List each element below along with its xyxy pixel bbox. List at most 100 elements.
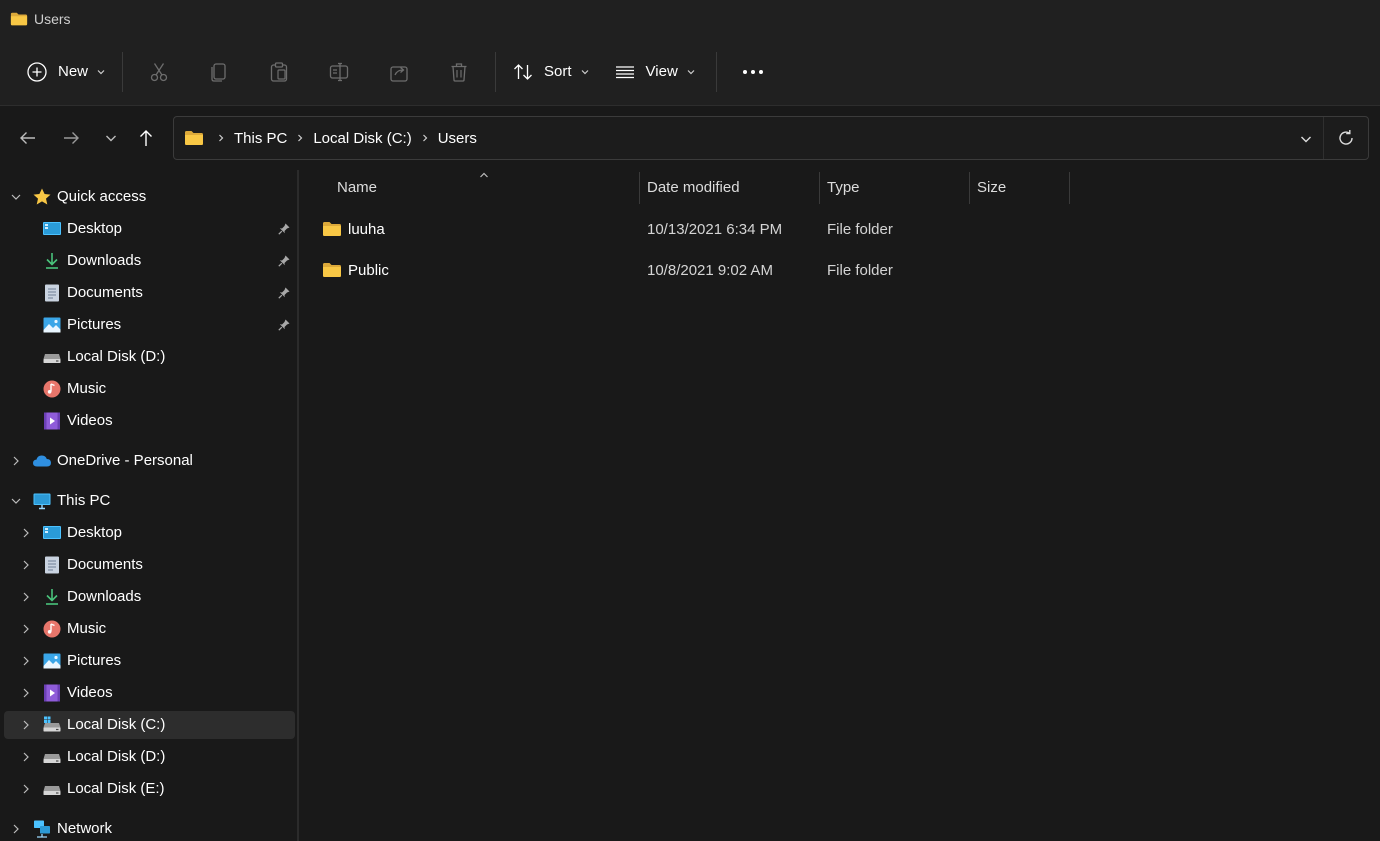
sidebar-item-this-pc[interactable]: This PC (4, 487, 295, 515)
sidebar-item-label: OneDrive - Personal (57, 452, 193, 469)
drive-icon (42, 747, 62, 767)
sidebar-item-label: Local Disk (E:) (67, 780, 165, 797)
sidebar-item-onedrive[interactable]: OneDrive - Personal (4, 447, 295, 475)
file-type: File folder (827, 221, 893, 238)
breadcrumb-users[interactable]: Users (438, 130, 477, 147)
rename-button[interactable] (309, 52, 369, 92)
sidebar-item-videos[interactable]: Videos (4, 679, 295, 707)
more-options-button[interactable] (723, 52, 783, 92)
forward-button[interactable] (57, 124, 85, 152)
sidebar-item-label: This PC (57, 492, 111, 509)
paste-button[interactable] (249, 52, 309, 92)
chevron-right-icon (19, 782, 33, 796)
chevron-right-icon (19, 686, 33, 700)
drive-icon (42, 347, 62, 367)
sidebar-item-downloads[interactable]: Downloads (4, 583, 295, 611)
file-row-luuha[interactable]: luuha 10/13/2021 6:34 PM File folder (316, 210, 1076, 248)
chevron-right-icon (216, 133, 226, 143)
column-divider[interactable] (969, 172, 970, 204)
sidebar-item-label: Local Disk (D:) (67, 748, 166, 765)
column-header-type[interactable]: Type (827, 170, 860, 204)
computer-icon (33, 493, 51, 510)
file-row-public[interactable]: Public 10/8/2021 9:02 AM File folder (316, 251, 1076, 289)
sidebar-item-local-disk-d[interactable]: Local Disk (D:) (4, 343, 295, 371)
sidebar-item-label: Pictures (67, 652, 122, 669)
sidebar-item-label: Local Disk (C:) (67, 716, 166, 733)
sidebar-item-documents[interactable]: Documents (4, 279, 295, 307)
sort-ascending-icon (480, 172, 488, 178)
pictures-icon (42, 315, 62, 335)
column-divider[interactable] (1069, 172, 1070, 204)
refresh-button[interactable] (1336, 128, 1356, 148)
sidebar-item-documents[interactable]: Documents (4, 551, 295, 579)
folder-icon (10, 11, 28, 27)
new-button[interactable]: New (16, 52, 116, 92)
sidebar-item-label: Quick access (57, 188, 147, 205)
document-icon (42, 283, 62, 303)
download-icon (42, 587, 62, 607)
chevron-down-icon (96, 67, 106, 77)
share-icon (390, 65, 408, 82)
sidebar-item-downloads[interactable]: Downloads (4, 247, 295, 275)
back-button[interactable] (14, 124, 42, 152)
sidebar-item-label: Desktop (67, 220, 123, 237)
music-icon (42, 619, 62, 639)
title-bar: Users (0, 0, 1380, 38)
chevron-right-icon (19, 654, 33, 668)
sidebar-item-desktop[interactable]: Desktop (4, 519, 295, 547)
column-divider[interactable] (639, 172, 640, 204)
sidebar-item-local-disk-e[interactable]: Local Disk (E:) (4, 775, 295, 803)
sidebar-item-music[interactable]: Music (4, 375, 295, 403)
share-button[interactable] (369, 52, 429, 92)
address-history-dropdown[interactable] (1296, 129, 1316, 149)
copy-icon (211, 62, 226, 82)
view-list-icon (615, 65, 634, 78)
sidebar-item-pictures[interactable]: Pictures (4, 647, 295, 675)
sidebar-item-videos[interactable]: Videos (4, 407, 295, 435)
chevron-right-icon (19, 718, 33, 732)
rename-icon (329, 62, 349, 81)
sidebar-item-label: Music (67, 620, 107, 637)
music-icon (42, 379, 62, 399)
more-dots-icon (742, 69, 763, 74)
delete-button[interactable] (429, 52, 489, 92)
toolbar-separator (495, 51, 497, 92)
arrow-right-icon (64, 132, 79, 144)
file-name: luuha (348, 221, 385, 238)
trash-icon (451, 62, 467, 82)
sidebar-item-pictures[interactable]: Pictures (4, 311, 295, 339)
sidebar-item-label: Local Disk (D:) (67, 348, 166, 365)
view-button-label: View (645, 63, 678, 80)
sidebar-item-local-disk-c[interactable]: Local Disk (C:) (4, 711, 295, 739)
column-header-date-modified[interactable]: Date modified (647, 170, 740, 204)
sidebar-item-local-disk-d[interactable]: Local Disk (D:) (4, 743, 295, 771)
breadcrumb-this-pc[interactable]: This PC (234, 130, 287, 147)
refresh-icon (1339, 130, 1353, 145)
sidebar-item-desktop[interactable]: Desktop (4, 215, 295, 243)
column-divider[interactable] (819, 172, 820, 204)
toolbar-separator (715, 51, 717, 92)
recent-locations-button[interactable] (97, 124, 125, 152)
folder-icon (322, 261, 342, 279)
view-button[interactable]: View (604, 52, 706, 92)
cut-button[interactable] (129, 52, 189, 92)
sidebar-item-label: Videos (67, 684, 113, 701)
pin-icon (277, 254, 291, 268)
clipboard-icon (270, 61, 288, 82)
sidebar-item-network[interactable]: Network (4, 815, 295, 841)
column-header-name[interactable]: Name (337, 170, 377, 204)
up-button[interactable] (132, 124, 160, 152)
chevron-down-icon (1301, 136, 1311, 143)
system-drive-icon (42, 715, 62, 735)
column-header-size[interactable]: Size (977, 170, 1006, 204)
breadcrumb-local-disk-c[interactable]: Local Disk (C:) (313, 130, 411, 147)
sidebar-item-music[interactable]: Music (4, 615, 295, 643)
chevron-down-icon (106, 135, 116, 142)
copy-button[interactable] (189, 52, 249, 92)
videos-icon (42, 411, 62, 431)
sidebar-item-quick-access[interactable]: Quick access (4, 183, 295, 211)
address-bar[interactable]: This PC Local Disk (C:) Users (173, 116, 1369, 160)
new-button-label: New (58, 63, 89, 80)
sort-button[interactable]: Sort (502, 52, 600, 92)
sidebar-item-label: Downloads (67, 588, 142, 605)
